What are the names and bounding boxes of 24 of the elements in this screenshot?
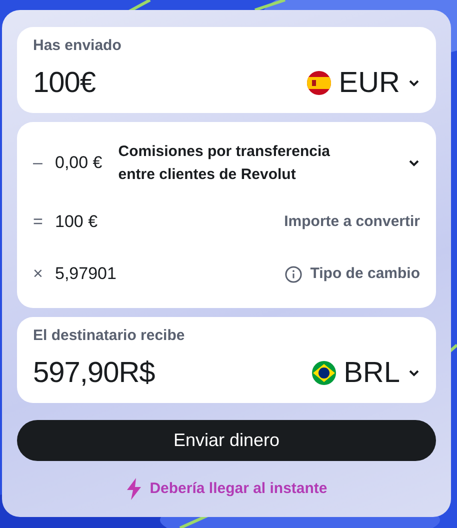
currency-selector[interactable]: EUR	[306, 62, 420, 105]
chevron-down-icon	[408, 158, 420, 167]
field-label: El destinatario recibe	[33, 326, 186, 346]
fee-label: Comisiones por transferencia entre clientes de Revolut	[118, 142, 331, 185]
amount-value: 5,97901	[55, 263, 116, 286]
chevron-down-icon	[408, 79, 420, 88]
delivery-note: Debería llegar al instante	[150, 478, 328, 498]
operator-sign: =	[33, 211, 44, 234]
amount-value: 0,00 €	[55, 152, 102, 174]
amount-value: 597,90R$	[33, 356, 155, 390]
field-label: Has enviado	[33, 36, 122, 56]
info-icon	[285, 266, 302, 282]
chevron-down-icon	[408, 369, 420, 378]
currency-selector[interactable]: BRL	[312, 352, 420, 395]
amount-value: 100 €	[55, 211, 98, 234]
operator-sign: –	[33, 152, 44, 174]
operator-sign: ×	[33, 263, 44, 286]
amount-value: 100€	[33, 66, 96, 100]
flag-icon	[306, 71, 331, 96]
rate-label: Tipo de cambio	[310, 264, 420, 284]
row-label: Importe a convertir	[284, 212, 420, 232]
lightning-icon	[126, 478, 142, 500]
send-button[interactable]: Enviar dinero	[17, 420, 436, 460]
flag-icon	[312, 361, 336, 386]
